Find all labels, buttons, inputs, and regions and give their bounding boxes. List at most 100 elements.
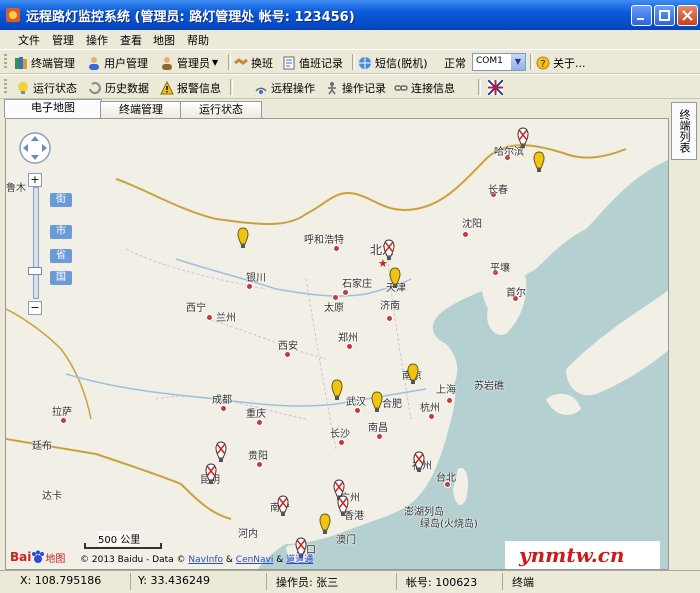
- globe-phone-icon: [359, 56, 371, 69]
- op-log-label: 操作记录: [342, 81, 386, 95]
- streetlight-offline-pin-icon[interactable]: [336, 495, 350, 517]
- run-status-label: 运行状态: [33, 81, 77, 95]
- status-x-coord: X: 108.795186: [20, 574, 102, 587]
- city-label: 合肥: [382, 399, 402, 410]
- city-label: 澳门: [336, 535, 356, 546]
- city-dot: [60, 417, 67, 424]
- map-view[interactable]: 哈尔滨 长春 沈阳 平壤 首尔 北京 ★ 天津 呼和浩特 石家庄 太原 济南 银…: [5, 118, 669, 570]
- alarm-button[interactable]: 报警信息: [160, 79, 221, 96]
- streetlight-offline-pin-icon[interactable]: [412, 451, 426, 473]
- op-log-button[interactable]: 操作记录: [325, 79, 386, 96]
- copyright-separator: &: [273, 555, 287, 565]
- streetlight-offline-pin-icon[interactable]: [516, 127, 530, 149]
- svg-text:?: ?: [540, 59, 545, 70]
- shift-button[interactable]: 换班: [234, 54, 273, 71]
- streetlight-online-pin-icon[interactable]: [318, 513, 332, 535]
- zoom-slider-track[interactable]: [33, 187, 39, 299]
- shift-label: 换班: [251, 56, 273, 70]
- conn-info-button[interactable]: 连接信息: [394, 79, 455, 96]
- city-label: 平壤: [490, 263, 510, 274]
- about-button[interactable]: ? 关于...: [536, 54, 586, 71]
- side-panel: 终端列表: [669, 102, 700, 570]
- city-label: 西安: [278, 341, 298, 352]
- history-button[interactable]: 历史数据: [88, 79, 149, 96]
- tab-electronic-map[interactable]: 电子地图: [4, 99, 102, 118]
- history-icon: [89, 81, 101, 94]
- streetlight-offline-pin-icon[interactable]: [204, 463, 218, 485]
- user-mgmt-label: 用户管理: [104, 56, 148, 70]
- streetlight-online-pin-icon[interactable]: [406, 363, 420, 385]
- city-label: 首尔: [506, 288, 526, 299]
- city-dot: [256, 419, 263, 426]
- tab-terminal-list[interactable]: 终端列表: [671, 102, 697, 160]
- com-port-select[interactable]: COM1 ▼: [472, 53, 526, 71]
- person-icon: [328, 81, 336, 94]
- remote-op-button[interactable]: 远程操作: [254, 79, 315, 96]
- minimize-button[interactable]: [631, 5, 652, 26]
- zoom-in-button[interactable]: +: [28, 173, 42, 187]
- city-label: 拉萨: [52, 407, 72, 418]
- city-dot: [284, 351, 291, 358]
- zoom-out-button[interactable]: −: [28, 301, 42, 315]
- menu-map[interactable]: 地图: [153, 32, 175, 48]
- menu-bar: 文件 管理 操作 查看 地图 帮助: [0, 30, 700, 48]
- streetlight-offline-pin-icon[interactable]: [214, 441, 228, 463]
- streetlight-online-pin-icon[interactable]: [388, 267, 402, 289]
- menu-help[interactable]: 帮助: [187, 32, 209, 48]
- window-title: 远程路灯监控系统 (管理员: 路灯管理处 帐号: 123456): [26, 10, 355, 25]
- streetlight-online-pin-icon[interactable]: [532, 151, 546, 173]
- menu-file[interactable]: 文件: [18, 32, 40, 48]
- title-bar: 远程路灯监控系统 (管理员: 路灯管理处 帐号: 123456): [0, 0, 700, 30]
- streetlight-online-pin-icon[interactable]: [370, 391, 384, 413]
- daodaotong-link[interactable]: 道道通: [286, 555, 313, 565]
- city-label: 长春: [488, 185, 508, 196]
- app-icon: [6, 8, 20, 22]
- duty-log-button[interactable]: 值班记录: [282, 54, 343, 71]
- flag-icon[interactable]: [488, 80, 503, 95]
- menu-operate[interactable]: 操作: [86, 32, 108, 48]
- tab-terminal-mgmt[interactable]: 终端管理: [100, 101, 182, 118]
- city-dot: [220, 405, 227, 412]
- books-icon: [15, 56, 27, 69]
- remote-icon: [255, 87, 267, 94]
- pan-control[interactable]: [18, 131, 52, 165]
- terminal-mgmt-button[interactable]: 终端管理: [14, 54, 75, 71]
- close-button[interactable]: [677, 5, 698, 26]
- zoom-level-city-button[interactable]: 市: [50, 225, 72, 239]
- city-dot: [376, 433, 383, 440]
- navinfo-link[interactable]: NavInfo: [188, 555, 223, 565]
- streetlight-offline-pin-icon[interactable]: [382, 239, 396, 261]
- streetlight-offline-pin-icon[interactable]: [276, 495, 290, 517]
- status-divider: [266, 573, 267, 590]
- zoom-level-street-button[interactable]: 街: [50, 193, 72, 207]
- streetlight-online-pin-icon[interactable]: [236, 227, 250, 249]
- duty-log-label: 值班记录: [299, 56, 343, 70]
- city-label: 南昌: [368, 423, 388, 434]
- city-label: 鲁木: [6, 183, 26, 194]
- history-label: 历史数据: [105, 81, 149, 95]
- zoom-slider-handle[interactable]: [28, 267, 42, 275]
- city-dot: [338, 439, 345, 446]
- user-mgmt-button[interactable]: 用户管理: [87, 54, 148, 71]
- menu-view[interactable]: 查看: [120, 32, 142, 48]
- run-status-button[interactable]: 运行状态: [16, 79, 77, 96]
- status-operator: 操作员: 张三: [276, 576, 339, 589]
- terminal-mgmt-label: 终端管理: [31, 56, 75, 70]
- menu-manage[interactable]: 管理: [52, 32, 74, 48]
- bulb-icon: [18, 81, 28, 94]
- streetlight-online-pin-icon[interactable]: [330, 379, 344, 401]
- chevron-down-icon: ▼: [212, 58, 219, 67]
- maximize-button[interactable]: [654, 5, 675, 26]
- city-label: 达卡: [42, 491, 62, 502]
- city-dot: [333, 245, 340, 252]
- city-dot: [332, 294, 339, 301]
- sms-button[interactable]: 短信(脱机): [358, 54, 428, 71]
- admin-dropdown-button[interactable]: 管理员 ▼: [160, 54, 218, 71]
- city-label: 石家庄: [342, 279, 372, 290]
- zoom-level-province-button[interactable]: 省: [50, 249, 72, 263]
- map-copyright: © 2013 Baidu - Data © NavInfo & CenNavi …: [80, 552, 313, 565]
- cennavi-link[interactable]: CenNavi: [236, 555, 274, 565]
- zoom-level-country-button[interactable]: 国: [50, 271, 72, 285]
- baidu-map-text: 地图: [45, 553, 66, 565]
- tab-run-status[interactable]: 运行状态: [180, 101, 262, 118]
